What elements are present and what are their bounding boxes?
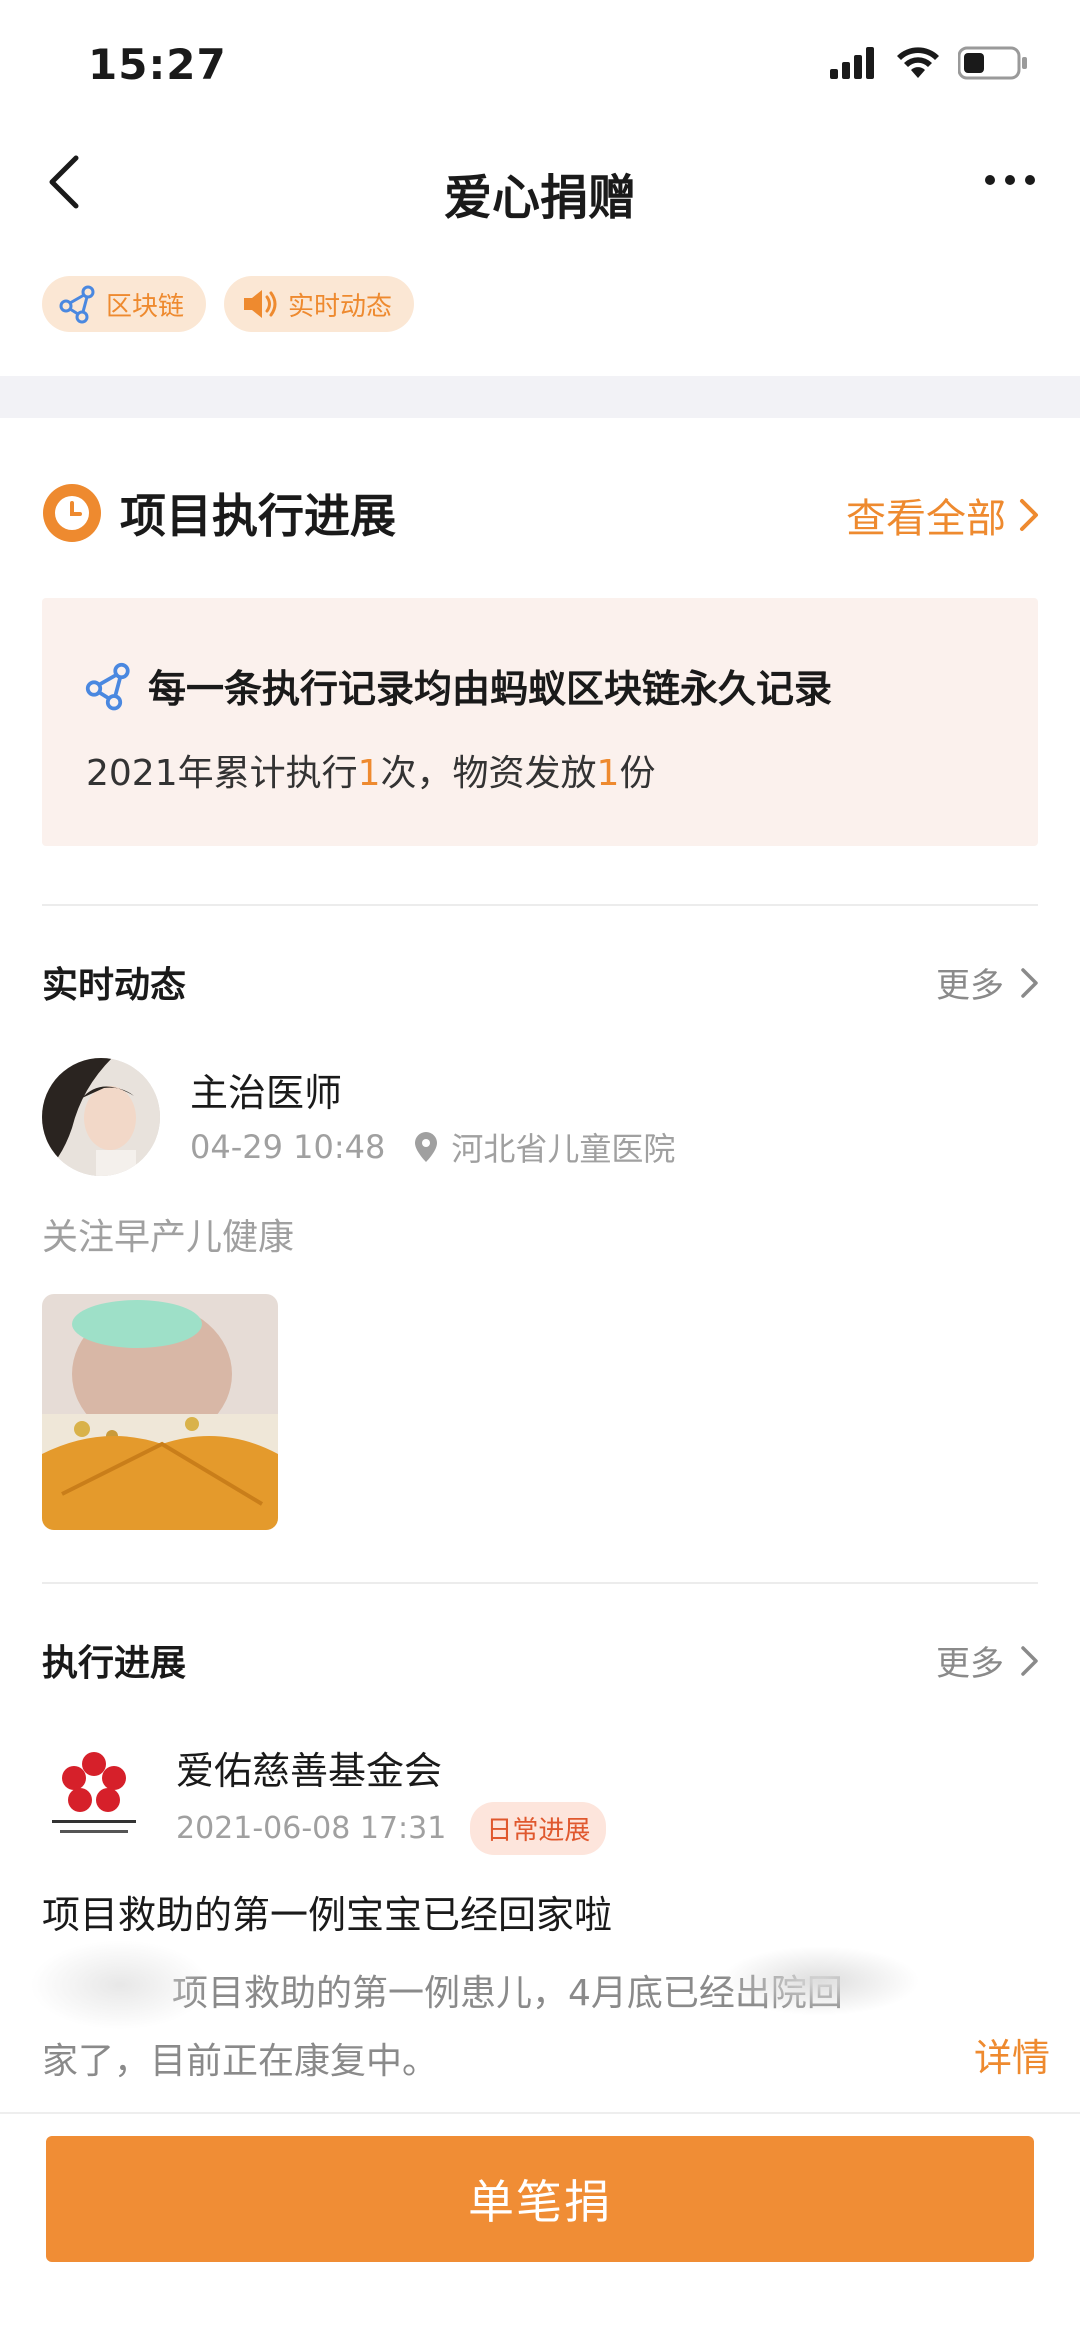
signal-icon (830, 47, 874, 79)
notice-text: 每一条执行记录均由蚂蚁区块链永久记录 (148, 667, 833, 711)
battery-icon (958, 46, 1027, 80)
chevron-right-icon (1021, 967, 1038, 998)
location-pin-icon (415, 1132, 438, 1162)
chip-blockchain-label: 区块链 (106, 291, 185, 322)
feature-chips: 区块链 实时动态 (42, 276, 415, 332)
post-image[interactable] (42, 1294, 278, 1530)
more-label: 更多 (936, 1644, 1004, 1684)
status-icons (830, 46, 1028, 80)
nav-bar: 爱心捐赠 (0, 130, 1080, 250)
section-separator (0, 376, 1080, 418)
foundation-logo (42, 1740, 146, 1844)
notice-headline: 每一条执行记录均由蚂蚁区块链永久记录 (84, 658, 832, 713)
live-updates-more-link[interactable]: 更多 (936, 958, 1042, 1007)
post-meta: 04-29 10:48 河北省儿童医院 (190, 1124, 675, 1170)
bottom-action-bar: 单笔捐 (0, 2112, 1080, 2337)
page-title: 爱心捐赠 (443, 170, 636, 226)
progress-title: 执行进展 (42, 1643, 187, 1684)
post-author: 主治医师 (190, 1071, 343, 1115)
progress-headline: 项目救助的第一例宝宝已经回家啦 (42, 1893, 613, 1937)
execution-summary: 2021年累计执行1次，物资发放1份 (86, 744, 655, 796)
speaker-icon (244, 290, 277, 318)
status-badge: 日常进展 (470, 1802, 607, 1855)
chip-live-updates[interactable]: 实时动态 (224, 276, 415, 332)
more-options-icon[interactable] (980, 160, 1040, 200)
summary-mid: 次，物资发放 (380, 753, 597, 794)
redaction-blur (30, 1940, 210, 2030)
progress-header: 执行进展 更多 (42, 1630, 1042, 1690)
live-updates-header: 实时动态 更多 (42, 952, 1042, 1012)
post-time: 04-29 10:48 (190, 1128, 386, 1166)
exec-count: 1 (357, 753, 381, 794)
avatar[interactable] (42, 1058, 160, 1176)
progress-meta: 2021-06-08 17:31 日常进展 (176, 1802, 607, 1855)
progress-more-link[interactable]: 更多 (936, 1636, 1042, 1685)
summary-suffix: 份 (619, 753, 656, 794)
wifi-icon (897, 47, 939, 78)
status-time: 15:27 (88, 40, 227, 89)
chip-blockchain[interactable]: 区块链 (42, 276, 207, 332)
supply-count: 1 (596, 753, 620, 794)
redaction-blur (720, 1946, 920, 2016)
execution-title: 项目执行进展 (120, 489, 396, 543)
execution-section-header: 项目执行进展 查看全部 (42, 478, 1042, 548)
blockchain-icon (59, 285, 95, 324)
clock-icon (43, 484, 101, 542)
post-location-text: 河北省儿童医院 (451, 1130, 676, 1168)
detail-link[interactable]: 详情 (974, 2027, 1050, 2082)
divider (42, 1582, 1038, 1584)
summary-prefix: 2021年累计执行 (86, 753, 358, 794)
blockchain-notice: 每一条执行记录均由蚂蚁区块链永久记录 2021年累计执行1次，物资发放1份 (42, 598, 1038, 846)
post-text: 关注早产儿健康 (42, 1217, 295, 1258)
more-label: 更多 (936, 966, 1004, 1006)
progress-datetime: 2021-06-08 17:31 (176, 1811, 447, 1846)
progress-body-line2: 家了，目前正在康复中。 (42, 2041, 439, 2082)
chevron-right-icon (1021, 1645, 1038, 1676)
foundation-name: 爱佑慈善基金会 (176, 1749, 443, 1793)
live-updates-title: 实时动态 (42, 965, 187, 1006)
view-all-label: 查看全部 (846, 496, 1006, 542)
post-location: 河北省儿童医院 (413, 1124, 675, 1170)
view-all-link[interactable]: 查看全部 (846, 486, 1042, 544)
chip-live-updates-label: 实时动态 (288, 291, 393, 322)
chevron-right-icon (1020, 499, 1038, 531)
status-bar: 15:27 (0, 0, 1080, 130)
blockchain-icon (85, 662, 130, 710)
single-donation-button[interactable]: 单笔捐 (46, 2136, 1034, 2262)
divider (42, 904, 1038, 906)
